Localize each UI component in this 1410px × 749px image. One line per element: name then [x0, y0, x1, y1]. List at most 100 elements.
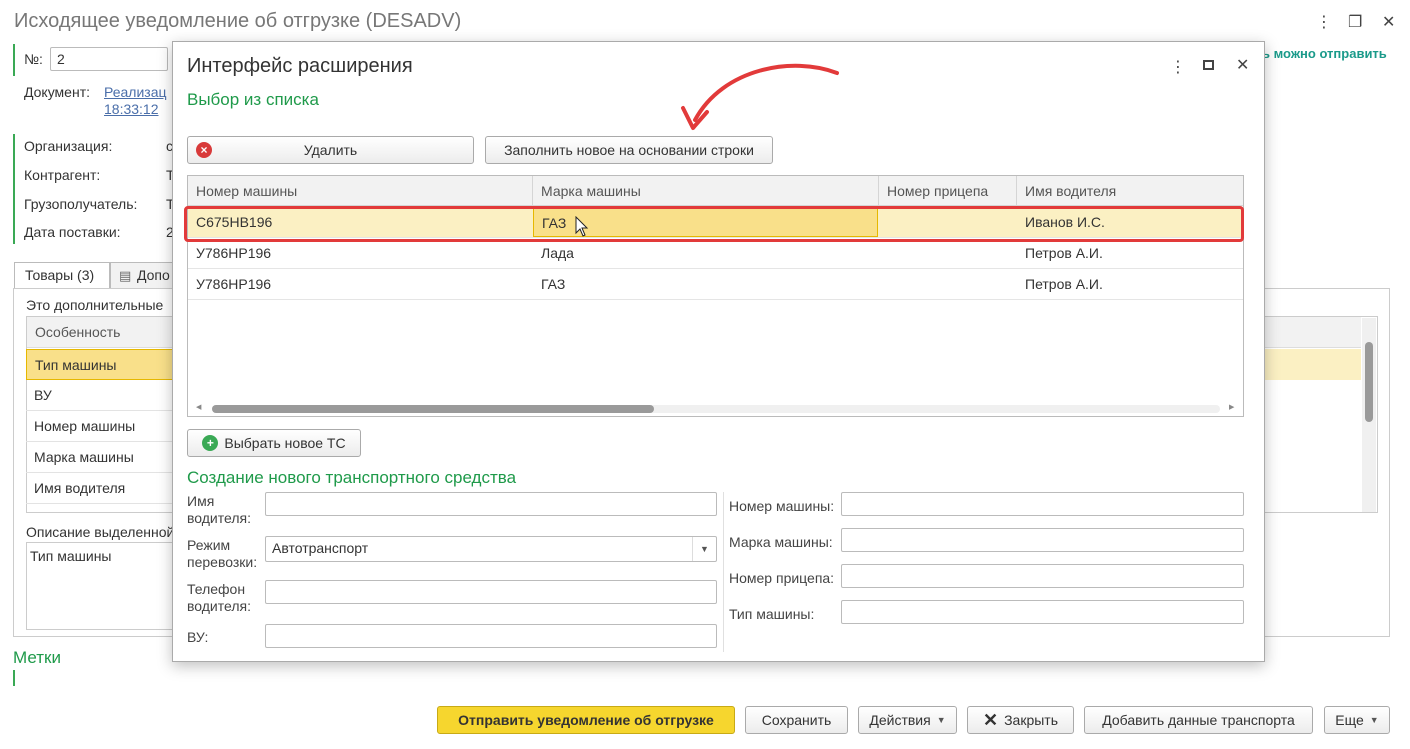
new-vehicle-section-title: Создание нового транспортного средства: [187, 468, 517, 487]
transport-mode-label-line2: перевозки:: [187, 554, 258, 570]
trailer-number-label: Номер прицепа:: [729, 570, 835, 586]
document-label: Документ:: [24, 84, 90, 100]
cell-car-number[interactable]: У786НР196: [188, 269, 533, 300]
driver-name-label: Имя водителя:: [187, 493, 251, 527]
column-header[interactable]: Номер машины: [188, 176, 533, 206]
column-header[interactable]: Марка машины: [533, 176, 879, 206]
feature-row[interactable]: ВУ: [26, 380, 176, 411]
feature-row[interactable]: Номер машины: [26, 411, 176, 442]
document-time-link[interactable]: 18:33:12: [104, 101, 159, 117]
license-input[interactable]: [265, 624, 717, 648]
table-row[interactable]: У786НР196 Лада Петров А.И.: [188, 238, 1243, 269]
delete-label: Удалить: [303, 142, 358, 158]
send-hint: ь можно отправить: [1262, 46, 1387, 61]
close-window-icon[interactable]: ✕: [1382, 12, 1395, 32]
dialog-more-icon[interactable]: ⋮: [1170, 57, 1186, 77]
chevron-down-icon: ▼: [1369, 715, 1379, 725]
driver-name-label-line2: водителя:: [187, 510, 251, 526]
feature-row[interactable]: Тип машины: [26, 349, 176, 380]
green-marker: [13, 44, 15, 76]
description-label: Описание выделенной: [26, 524, 175, 540]
cell-car-number[interactable]: У786НР196: [188, 238, 533, 269]
restore-icon[interactable]: ❐: [1348, 12, 1362, 32]
transport-mode-value: Автотранспорт: [272, 540, 369, 556]
more-label: Еще: [1335, 712, 1364, 728]
table-row[interactable]: У786НР196 ГАЗ Петров А.И.: [188, 269, 1243, 300]
column-header[interactable]: Имя водителя: [1017, 176, 1243, 206]
close-button[interactable]: ✕ Закрыть: [967, 706, 1074, 734]
tab-extra[interactable]: ▤ Допо: [110, 262, 180, 288]
more-icon[interactable]: ⋮: [1316, 12, 1332, 32]
cell-car-brand[interactable]: ГАЗ: [533, 269, 878, 300]
save-button[interactable]: Сохранить: [745, 706, 848, 734]
plus-icon: +: [202, 435, 219, 451]
trailer-number-input[interactable]: [841, 564, 1244, 588]
close-x-icon: ✕: [982, 709, 999, 730]
tags-title: Метки: [13, 648, 61, 667]
actions-label: Действия: [869, 712, 931, 728]
extra-note: Это дополнительные: [26, 297, 164, 313]
contractor-label: Контрагент:: [24, 167, 101, 183]
cell-driver[interactable]: Петров А.И.: [1017, 238, 1243, 269]
dialog-close-icon[interactable]: ✕: [1236, 55, 1249, 75]
driver-phone-label: Телефон водителя:: [187, 581, 251, 615]
more-button[interactable]: Еще ▼: [1324, 706, 1390, 734]
delete-icon: ×: [196, 142, 212, 158]
org-label: Организация:: [24, 138, 113, 154]
mouse-cursor-icon: [575, 216, 589, 237]
table-scroll-thumb[interactable]: [212, 405, 654, 413]
consignee-label: Грузополучатель:: [24, 196, 138, 212]
column-header[interactable]: Номер прицепа: [879, 176, 1017, 206]
car-number-label: Номер машины:: [729, 498, 835, 514]
delivery-label: Дата поставки:: [24, 224, 121, 240]
chevron-down-icon: ▼: [700, 544, 709, 554]
chevron-down-icon: ▼: [936, 715, 946, 725]
row-highlight-frame: [184, 206, 1244, 242]
cell-driver[interactable]: Петров А.И.: [1017, 269, 1243, 300]
add-transport-button[interactable]: Добавить данные транспорта: [1084, 706, 1313, 734]
number-label: №:: [24, 51, 43, 67]
car-type-input[interactable]: [841, 600, 1244, 624]
cell-car-brand[interactable]: Лада: [533, 238, 878, 269]
window-title: Исходящее уведомление об отгрузке (DESAD…: [14, 10, 462, 32]
transport-mode-label: Режим перевозки:: [187, 537, 257, 571]
scroll-left-icon[interactable]: ◀: [196, 403, 201, 411]
document-link[interactable]: Реализац: [104, 84, 167, 100]
dropdown-button[interactable]: ▼: [692, 537, 716, 561]
delete-button[interactable]: × Удалить: [187, 136, 474, 164]
cell-trailer[interactable]: [879, 269, 1017, 300]
send-notice-button[interactable]: Отправить уведомление об отгрузке: [437, 706, 735, 734]
driver-name-input[interactable]: [265, 492, 717, 516]
extension-dialog: Интерфейс расширения ⋮ ✕ Выбор из списка…: [172, 41, 1265, 662]
feature-row[interactable]: Имя водителя: [26, 473, 176, 504]
table-icon: ▤: [119, 268, 132, 283]
select-new-vehicle-label: Выбрать новое ТС: [224, 435, 346, 451]
driver-phone-input[interactable]: [265, 580, 717, 604]
transport-mode-select[interactable]: Автотранспорт ▼: [265, 536, 717, 562]
tab-extra-label: Допо: [137, 267, 170, 283]
form-divider: [723, 492, 724, 652]
dialog-maximize-icon[interactable]: [1203, 60, 1214, 70]
fill-from-row-button[interactable]: Заполнить новое на основании строки: [485, 136, 773, 164]
description-value: Тип машины: [30, 548, 112, 564]
scroll-right-icon[interactable]: ▶: [1229, 403, 1234, 411]
car-type-label: Тип машины:: [729, 606, 815, 622]
feature-row[interactable]: Марка машины: [26, 442, 176, 473]
actions-button[interactable]: Действия ▼: [858, 706, 957, 734]
features-scroll-thumb[interactable]: [1365, 342, 1373, 422]
cell-trailer[interactable]: [879, 238, 1017, 269]
green-marker: [13, 134, 15, 244]
annotation-arrow-icon: [681, 63, 839, 130]
car-brand-label: Марка машины:: [729, 534, 833, 550]
car-brand-input[interactable]: [841, 528, 1244, 552]
number-field[interactable]: 2: [50, 47, 168, 71]
close-label: Закрыть: [1004, 712, 1058, 728]
tab-goods[interactable]: Товары (3): [14, 262, 110, 288]
driver-phone-label-line2: водителя:: [187, 598, 251, 614]
transport-mode-label-line1: Режим: [187, 537, 231, 553]
select-new-vehicle-button[interactable]: + Выбрать новое ТС: [187, 429, 361, 457]
green-marker: [13, 670, 15, 686]
license-label: ВУ:: [187, 629, 209, 645]
driver-name-label-line1: Имя: [187, 493, 215, 509]
car-number-input[interactable]: [841, 492, 1244, 516]
